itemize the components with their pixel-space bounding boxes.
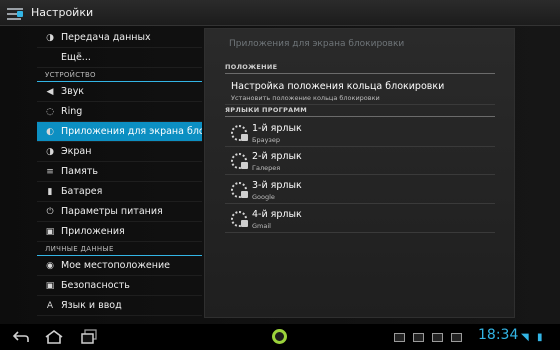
storage-icon: ≡ — [46, 166, 54, 177]
sidebar-item-power[interactable]: ⏻ Параметры питания — [37, 202, 202, 222]
sound-icon: ◀ — [46, 86, 54, 97]
home-icon[interactable] — [44, 329, 64, 345]
settings-app-icon[interactable] — [7, 5, 25, 21]
shortcut-ring-lock-icon — [231, 211, 248, 227]
sidebar-item-label: Экран — [61, 146, 92, 157]
video-notification-icon[interactable] — [413, 333, 424, 342]
shortcut-ring-lock-icon — [231, 125, 248, 141]
sidebar-item-ring[interactable]: ◌ Ring — [37, 102, 202, 122]
sidebar-item-apps[interactable]: ▣ Приложения — [37, 222, 202, 242]
screenshot-notification-icon[interactable] — [432, 333, 443, 342]
sidebar-item-label: Батарея — [61, 186, 103, 197]
sidebar-item-data-usage[interactable]: ◑ Передача данных — [37, 28, 202, 48]
battery-status-icon: ▮ — [537, 332, 543, 343]
power-icon: ⏻ — [46, 206, 54, 217]
section-header-position: ПОЛОЖЕНИЕ — [225, 63, 495, 74]
setting-summary: Установить положение кольца блокировки — [231, 94, 380, 102]
setting-title: Настройка положения кольца блокировки — [231, 81, 445, 92]
sidebar-item-storage[interactable]: ≡ Память — [37, 162, 202, 182]
sidebar-item-battery[interactable]: ▮ Батарея — [37, 182, 202, 202]
shortcut-row-1[interactable]: 1-й ярлык Браузер — [225, 119, 495, 147]
launcher-ring-icon[interactable] — [272, 329, 287, 344]
location-icon: ◉ — [46, 260, 54, 271]
security-icon: ▣ — [45, 280, 55, 291]
setting-title: 4-й ярлык — [252, 209, 302, 220]
detail-panel: Приложения для экрана блокировки ПОЛОЖЕН… — [204, 28, 515, 318]
shortcut-row-2[interactable]: 2-й ярлык Галерея — [225, 147, 495, 175]
sidebar-item-more[interactable]: Ещё... — [37, 48, 202, 68]
recent-apps-icon[interactable] — [80, 329, 98, 345]
shortcut-ring-lock-icon — [231, 153, 248, 169]
action-bar: Настройки — [0, 0, 560, 26]
setting-summary: Google — [252, 193, 275, 201]
setting-summary: Галерея — [252, 164, 281, 172]
sidebar-item-display[interactable]: ◑ Экран — [37, 142, 202, 162]
setting-title: 2-й ярлык — [252, 151, 302, 162]
sidebar-item-label: Звук — [61, 86, 85, 97]
back-icon[interactable] — [12, 329, 30, 345]
sidebar-item-label: Приложения для экрана блок — [61, 126, 202, 137]
sidebar-item-label: Передача данных — [61, 32, 151, 43]
shortcut-row-3[interactable]: 3-й ярлык Google — [225, 176, 495, 204]
sidebar-item-lockscreen-apps[interactable]: ◐ Приложения для экрана блок — [37, 122, 202, 142]
section-header-device: УСТРОЙСТВО — [37, 68, 202, 82]
gallery-notification-icon[interactable] — [394, 333, 405, 342]
display-icon: ◑ — [46, 146, 54, 157]
sidebar-item-label: Память — [61, 166, 98, 177]
section-header-personal: ЛИЧНЫЕ ДАННЫЕ — [37, 242, 202, 256]
setting-summary: Браузер — [252, 136, 280, 144]
language-icon: A — [46, 300, 54, 311]
wifi-icon: ◥ — [521, 332, 529, 343]
main-content: ◑ Передача данных Ещё... УСТРОЙСТВО ◀ Зв… — [0, 26, 560, 324]
shortcut-row-4[interactable]: 4-й ярлык Gmail — [225, 205, 495, 233]
sidebar-item-language[interactable]: A Язык и ввод — [37, 296, 202, 316]
sidebar-item-security[interactable]: ▣ Безопасность — [37, 276, 202, 296]
sidebar-item-label: Ещё... — [61, 52, 91, 63]
shortcut-ring-lock-icon — [231, 182, 248, 198]
sidebar-item-label: Ring — [61, 106, 83, 117]
setting-title: 3-й ярлык — [252, 180, 302, 191]
download-notification-icon[interactable] — [451, 333, 462, 342]
battery-icon: ▮ — [47, 186, 53, 197]
settings-sidebar: ◑ Передача данных Ещё... УСТРОЙСТВО ◀ Зв… — [37, 28, 202, 324]
panel-title: Приложения для экрана блокировки — [229, 39, 405, 49]
setting-title: 1-й ярлык — [252, 123, 302, 134]
lockscreen-apps-icon: ◐ — [46, 126, 54, 137]
sidebar-item-label: Приложения — [61, 226, 125, 237]
data-usage-icon: ◑ — [46, 32, 54, 43]
section-header-shortcuts: ЯРЛЫКИ ПРОГРАММ — [225, 106, 495, 117]
sidebar-item-sound[interactable]: ◀ Звук — [37, 82, 202, 102]
lock-ring-position-row[interactable]: Настройка положения кольца блокировки Ус… — [225, 77, 495, 105]
sidebar-item-location[interactable]: ◉ Мое местоположение — [37, 256, 202, 276]
clock[interactable]: 18:34 — [478, 327, 518, 343]
apps-icon: ▣ — [45, 226, 55, 237]
ring-icon: ◌ — [46, 106, 54, 117]
sidebar-item-label: Параметры питания — [61, 206, 163, 217]
page-title: Настройки — [31, 6, 94, 19]
system-bar: 18:34 ◥ ▮ — [0, 324, 560, 350]
setting-summary: Gmail — [252, 222, 271, 230]
sidebar-item-label: Безопасность — [61, 280, 130, 291]
sidebar-item-label: Язык и ввод — [61, 300, 122, 311]
sidebar-item-label: Мое местоположение — [61, 260, 170, 271]
